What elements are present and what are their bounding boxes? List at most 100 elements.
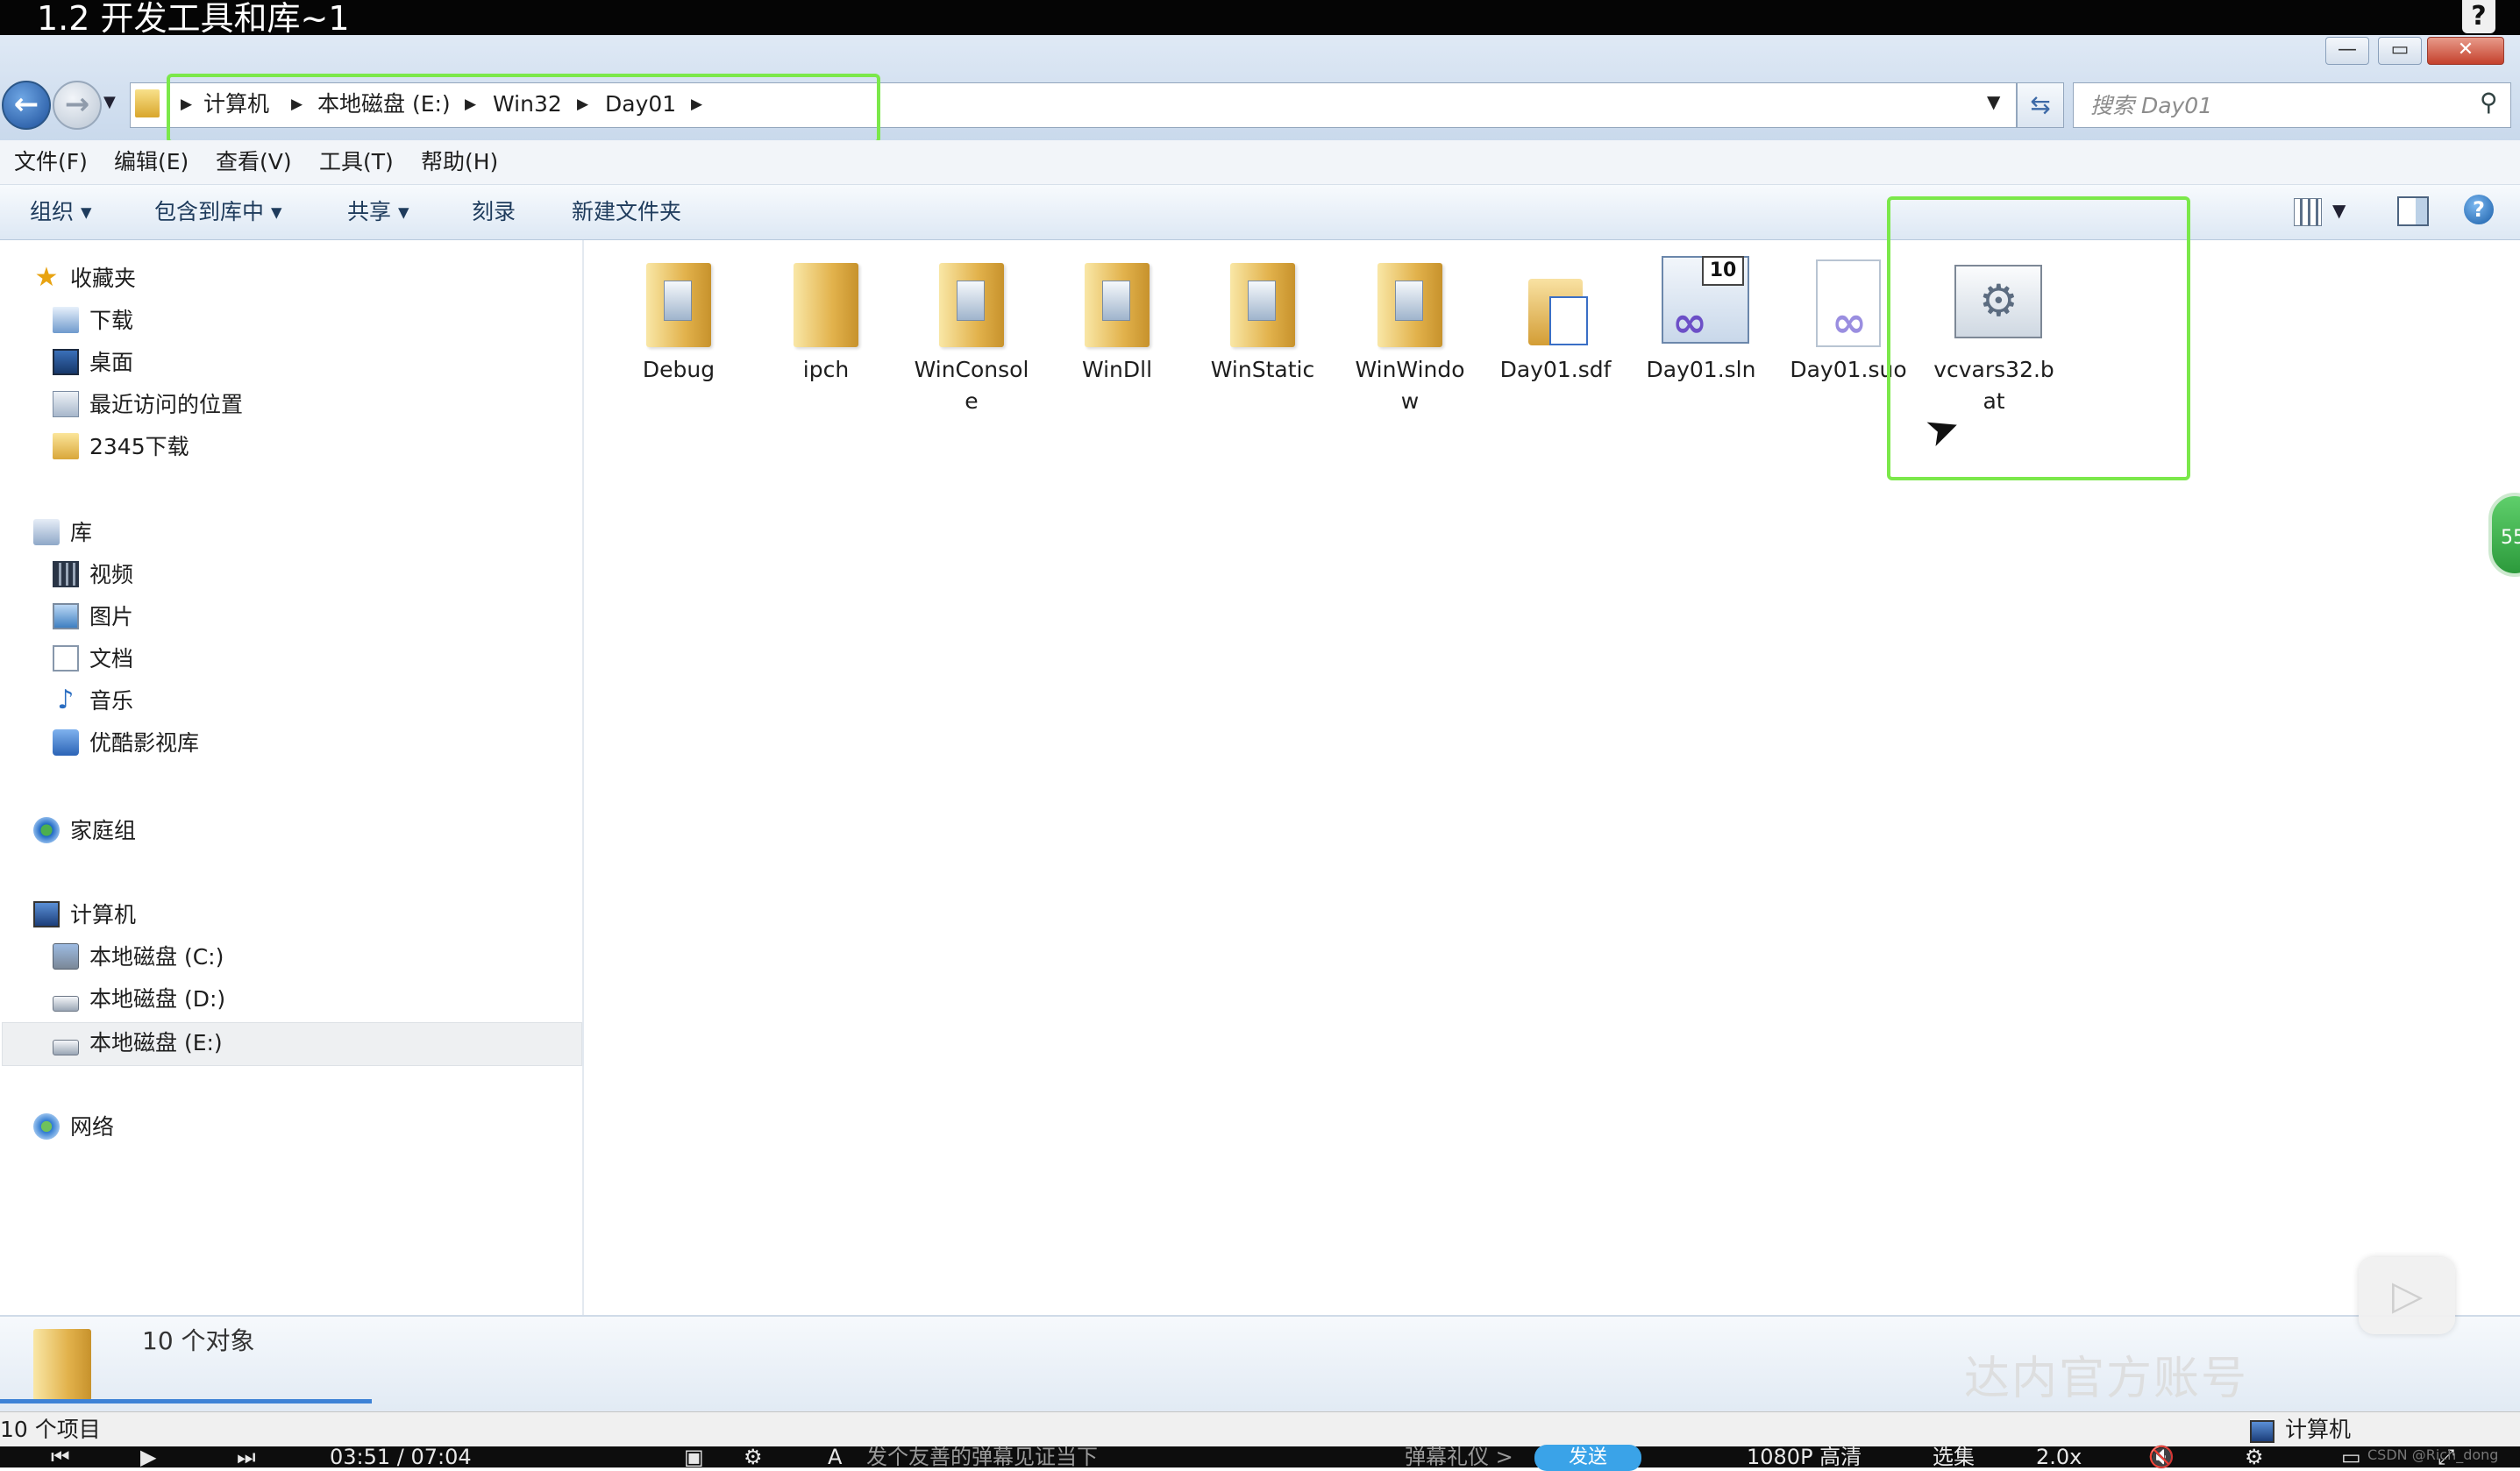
nav-drive-c[interactable]: 本地磁盘 (C:): [53, 938, 224, 977]
youku-library-icon: [53, 729, 79, 756]
nav-label: 2345下载: [89, 434, 189, 459]
new-folder-button[interactable]: 新建文件夹: [572, 193, 681, 231]
nav-label: 家庭组: [70, 818, 137, 843]
downloads-folder-icon: [53, 307, 79, 333]
file-item-day01-sln[interactable]: ∞ 10 Day01.sln: [1640, 256, 1762, 386]
back-button[interactable]: ←: [2, 81, 51, 130]
picture-in-picture-icon[interactable]: ▭: [2341, 1445, 2361, 1469]
nav-downloads[interactable]: 下载: [53, 302, 133, 340]
search-input[interactable]: [2089, 86, 2460, 124]
danmaku-input-icon: A: [828, 1445, 843, 1469]
folder-icon: [53, 433, 79, 459]
folder-icon: [787, 256, 865, 347]
system-drive-icon: [53, 943, 79, 970]
nav-favorites[interactable]: ★ 收藏夹: [33, 259, 136, 298]
nav-label: 优酷影视库: [89, 730, 200, 756]
help-question-icon[interactable]: ?: [2462, 0, 2495, 33]
forward-button[interactable]: →: [53, 81, 102, 130]
nav-label: 桌面: [89, 350, 134, 375]
danmaku-settings-icon[interactable]: ⚙: [744, 1445, 763, 1469]
nav-label: 下载: [89, 308, 134, 333]
menu-tools[interactable]: 工具(T): [319, 146, 394, 179]
video-time: 03:51 / 07:04: [330, 1445, 472, 1469]
nav-2345-downloads[interactable]: 2345下载: [53, 428, 189, 466]
settings-icon[interactable]: ⚙: [2245, 1445, 2264, 1469]
danmaku-etiquette-link[interactable]: 弹幕礼仪 >: [1405, 1445, 1513, 1469]
nav-desktop[interactable]: 桌面: [53, 344, 133, 382]
nav-videos[interactable]: 视频: [53, 556, 133, 594]
solution-options-file-icon: ∞: [1809, 256, 1888, 347]
file-item-winconsole[interactable]: WinConsole: [910, 256, 1033, 417]
nav-recent-places[interactable]: 最近访问的位置: [53, 386, 243, 424]
menu-edit[interactable]: 编辑(E): [114, 146, 189, 179]
nav-libraries[interactable]: 库: [33, 514, 92, 552]
change-view-icon[interactable]: [2294, 198, 2322, 226]
file-name: Debug: [642, 357, 715, 382]
play-icon: ▷: [2392, 1271, 2424, 1318]
file-name: Day01.sln: [1646, 357, 1756, 382]
help-icon[interactable]: ?: [2464, 195, 2494, 224]
credit-watermark: CSDN @Rich_dong: [2367, 1446, 2499, 1463]
file-item-winstatic[interactable]: WinStatic: [1201, 256, 1324, 386]
menu-help[interactable]: 帮助(H): [421, 146, 498, 179]
nav-label: 库: [70, 520, 93, 545]
nav-pictures[interactable]: 图片: [53, 598, 133, 636]
file-item-windll[interactable]: WinDll: [1056, 256, 1178, 386]
maximize-button[interactable]: ▭: [2378, 37, 2422, 65]
menu-file[interactable]: 文件(F): [14, 146, 88, 179]
speed-selector[interactable]: 2.0x: [2036, 1445, 2082, 1469]
burn-button[interactable]: 刻录: [472, 193, 516, 231]
history-dropdown-icon[interactable]: ▼: [103, 93, 116, 111]
share-button[interactable]: 共享 ▾: [347, 193, 409, 231]
episodes-button[interactable]: 选集: [1933, 1445, 1975, 1469]
library-icon: [33, 519, 60, 545]
nav-label: 文档: [89, 646, 134, 672]
play-icon[interactable]: ▶: [140, 1445, 156, 1469]
minimize-button[interactable]: —: [2325, 37, 2369, 65]
documents-library-icon: [53, 645, 79, 672]
nav-homegroup[interactable]: 家庭组: [33, 812, 136, 850]
nav-youku-library[interactable]: 优酷影视库: [53, 724, 199, 763]
include-in-library-button[interactable]: 包含到库中 ▾: [154, 193, 282, 231]
preview-pane-icon[interactable]: [2397, 196, 2429, 226]
arrow-right-icon: →: [64, 87, 90, 122]
nav-documents[interactable]: 文档: [53, 640, 133, 679]
volume-mute-icon[interactable]: 🔇: [2148, 1445, 2175, 1469]
menu-view[interactable]: 查看(V): [216, 146, 292, 179]
address-dropdown-icon[interactable]: ▼: [1987, 91, 2000, 112]
folder-icon: [33, 1329, 91, 1401]
danmaku-input[interactable]: 发个友善的弹幕见证当下: [866, 1445, 1098, 1469]
nav-drive-e[interactable]: 本地磁盘 (E:): [53, 1024, 223, 1062]
database-file-icon: [1516, 256, 1595, 347]
address-highlight-box: [167, 74, 880, 144]
side-badge[interactable]: 55: [2488, 493, 2520, 577]
details-object-count: 10 个对象: [142, 1326, 255, 1355]
refresh-button[interactable]: ⇆: [2017, 82, 2064, 128]
view-dropdown-icon[interactable]: ▼: [2332, 200, 2346, 221]
computer-icon: [2250, 1420, 2274, 1443]
previous-icon[interactable]: ⏮: [51, 1445, 70, 1469]
file-item-day01-sdf[interactable]: Day01.sdf: [1494, 256, 1617, 386]
nav-label: 收藏夹: [70, 266, 137, 291]
next-icon[interactable]: ⏭: [237, 1445, 256, 1469]
version-badge: 10: [1702, 256, 1744, 286]
search-icon[interactable]: ⚲: [2480, 88, 2498, 117]
organize-button[interactable]: 组织 ▾: [30, 193, 92, 231]
nav-drive-d[interactable]: 本地磁盘 (D:): [53, 980, 225, 1019]
quality-selector[interactable]: 1080P 高清: [1747, 1445, 1862, 1469]
danmaku-toggle-icon[interactable]: ▣: [684, 1445, 704, 1469]
file-item-debug[interactable]: Debug: [617, 256, 740, 386]
music-note-icon: ♪: [57, 685, 75, 715]
homegroup-icon: [33, 817, 60, 843]
close-button[interactable]: ✕: [2427, 37, 2504, 65]
video-title-bar: [0, 0, 2520, 35]
nav-label: 视频: [89, 562, 134, 587]
recent-places-icon: [53, 391, 79, 417]
file-item-winwindow[interactable]: WinWindow: [1349, 256, 1471, 417]
watermark-text: 达内官方账号: [1964, 1353, 2249, 1405]
nav-computer[interactable]: 计算机: [33, 896, 136, 934]
status-location: 计算机: [2285, 1417, 2352, 1442]
file-item-ipch[interactable]: ipch: [765, 256, 887, 386]
nav-network[interactable]: 网络: [33, 1108, 114, 1147]
nav-music[interactable]: ♪ 音乐: [53, 682, 133, 721]
